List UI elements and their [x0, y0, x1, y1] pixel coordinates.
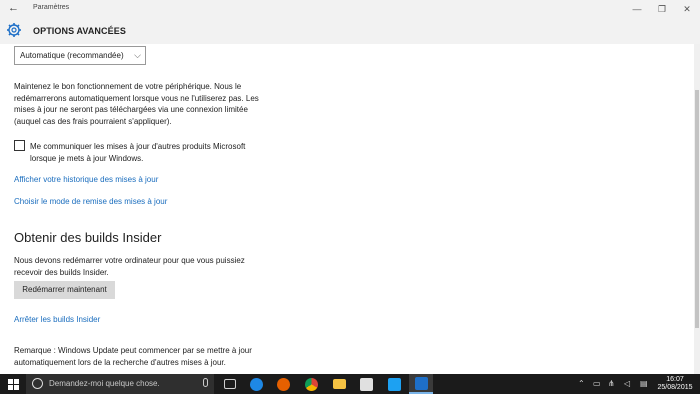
- start-button[interactable]: [0, 374, 26, 394]
- edge-glyph: [249, 377, 263, 391]
- back-arrow-icon[interactable]: ←: [8, 2, 19, 14]
- chrome-glyph: [304, 377, 318, 391]
- firefox-glyph: [276, 377, 290, 391]
- dropdown-value: Automatique (recommandée): [20, 51, 124, 60]
- stop-insider-link[interactable]: Arrêter les builds Insider: [14, 315, 100, 324]
- store-icon[interactable]: [354, 374, 378, 394]
- page-header: OPTIONS AVANCÉES: [0, 18, 700, 44]
- microphone-icon[interactable]: [203, 378, 208, 387]
- notifications-icon[interactable]: ▤: [640, 374, 648, 394]
- settings-glyph: [414, 376, 428, 390]
- gear-icon: [7, 23, 21, 37]
- taskbar: Demandez-moi quelque chose. ⌃ ▭ ⋔ ◁ ▤ 16…: [0, 374, 700, 394]
- search-box[interactable]: Demandez-moi quelque chose.: [26, 374, 214, 394]
- settings-content: Automatique (recommandée) ⌵ Maintenez le…: [0, 44, 694, 374]
- update-mode-description: Maintenez le bon fonctionnement de votre…: [14, 82, 259, 126]
- volume-icon[interactable]: ◁: [624, 374, 630, 394]
- update-note: Remarque : Windows Update peut commencer…: [14, 346, 252, 367]
- title-bar: ← Paramètres — ❐ ✕: [0, 0, 700, 18]
- chrome-icon[interactable]: [299, 374, 323, 394]
- page-title: OPTIONS AVANCÉES: [33, 26, 126, 36]
- chevron-down-icon: ⌵: [134, 50, 141, 60]
- twitter-icon[interactable]: [381, 374, 407, 394]
- clock-date: 25/08/2015: [657, 384, 693, 391]
- system-clock[interactable]: 16:07 25/08/2015: [655, 376, 695, 392]
- app-title: Paramètres: [33, 4, 70, 11]
- vertical-scrollbar[interactable]: [694, 44, 700, 374]
- update-history-link[interactable]: Afficher votre historique des mises à jo…: [14, 175, 158, 184]
- windows-logo-icon: [7, 378, 19, 390]
- edge-icon[interactable]: [244, 374, 268, 394]
- delivery-mode-link[interactable]: Choisir le mode de remise des mises à jo…: [14, 197, 167, 206]
- insider-heading: Obtenir des builds Insider: [14, 230, 162, 245]
- chevron-up-icon[interactable]: ⌃: [578, 374, 585, 394]
- task-view-icon[interactable]: [218, 374, 242, 394]
- cortana-icon: [32, 378, 43, 389]
- close-button[interactable]: ✕: [677, 2, 697, 16]
- firefox-icon[interactable]: [271, 374, 295, 394]
- maximize-button[interactable]: ❐: [652, 2, 672, 16]
- search-placeholder: Demandez-moi quelque chose.: [49, 379, 160, 388]
- update-mode-dropdown[interactable]: Automatique (recommandée) ⌵: [14, 46, 146, 65]
- network-icon[interactable]: ⋔: [608, 374, 615, 394]
- restart-now-button[interactable]: Redémarrer maintenant: [14, 281, 115, 299]
- other-products-checkbox[interactable]: [14, 140, 25, 151]
- minimize-button[interactable]: —: [627, 2, 647, 16]
- twitter-glyph: [387, 377, 401, 391]
- folder-glyph: [332, 379, 346, 389]
- scrollbar-thumb[interactable]: [695, 90, 699, 328]
- insider-description: Nous devons redémarrer votre ordinateur …: [14, 256, 245, 277]
- file-explorer-icon[interactable]: [327, 374, 351, 394]
- battery-icon[interactable]: ▭: [593, 374, 601, 394]
- clock-time: 16:07: [666, 376, 684, 383]
- store-glyph: [359, 377, 373, 391]
- settings-taskbar-icon[interactable]: [409, 374, 433, 394]
- other-products-label[interactable]: Me communiquer les mises à jour d'autres…: [30, 141, 265, 164]
- task-view-glyph: [224, 379, 236, 389]
